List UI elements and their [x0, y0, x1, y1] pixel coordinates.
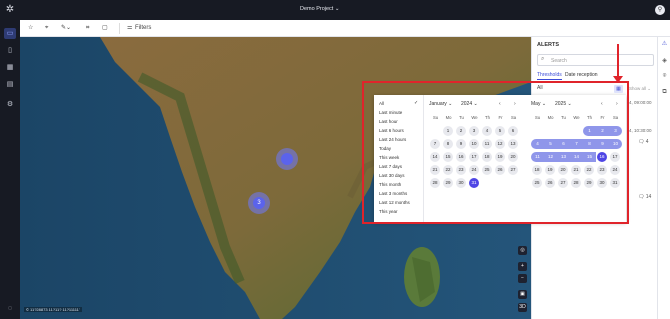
tab-thresholds[interactable]: Thresholds	[537, 72, 562, 80]
annotation-arrow	[617, 44, 619, 77]
location-pin-icon[interactable]: ⌾	[660, 72, 669, 81]
draw-tool-icon[interactable]: ✎⌄	[61, 24, 71, 33]
layers-toggle-icon[interactable]: ▣	[518, 290, 527, 299]
comment-count-value: 4	[645, 139, 649, 145]
comment-count[interactable]: 🗨 4	[638, 139, 649, 145]
cluster-count: 3	[253, 197, 265, 209]
dashboard-icon[interactable]: ▦	[4, 62, 16, 73]
camera-marker-icon	[281, 153, 293, 165]
alerts-search-input[interactable]: ⌕ Search	[537, 54, 654, 66]
alert-time: 4, 10:30:00	[629, 128, 652, 133]
report-icon[interactable]: ▤	[4, 79, 16, 90]
recenter-icon[interactable]: ◎	[518, 246, 527, 255]
app-logo-icon[interactable]: ✲	[4, 4, 16, 16]
alert-warning-icon[interactable]: ⚠	[660, 40, 669, 49]
map-toolbar: ☆ ⌖ ✎⌄ ⌗ ▢ ⚌ Filters	[20, 20, 670, 37]
map-coordinates: © 11?28873 11?11? 11?11111'	[24, 307, 82, 312]
filters-button[interactable]: Filters	[135, 24, 151, 33]
top-bar: ✲ Demo Project ⌄ ⚲	[0, 0, 670, 20]
chat-icon[interactable]: ◌	[4, 303, 16, 314]
map-cluster-marker[interactable]: 3	[248, 192, 270, 214]
comment-count-value: 14	[645, 194, 652, 200]
comment-count[interactable]: 🗨 14	[638, 194, 651, 200]
clipboard-icon[interactable]: ▯	[4, 45, 16, 56]
toolbar-divider	[119, 23, 120, 34]
tab-date-reception[interactable]: Date reception	[565, 72, 598, 78]
crop-icon[interactable]: ⌗	[86, 24, 89, 33]
zoom-out-icon[interactable]: −	[518, 274, 527, 283]
location-icon[interactable]: ⌖	[45, 24, 48, 33]
search-placeholder: Search	[551, 58, 567, 64]
left-navigation: ▭ ▯ ▦ ▤ ⚙ ◌	[0, 20, 20, 319]
show-all-dropdown[interactable]: Show all ⌄	[629, 86, 651, 92]
filter-icon[interactable]: ⚌	[127, 24, 132, 33]
3d-toggle-button[interactable]: 3D	[518, 303, 527, 312]
project-selector[interactable]: Demo Project ⌄	[300, 6, 339, 12]
map-cluster-marker[interactable]	[276, 148, 298, 170]
rectangle-tool-icon[interactable]: ▢	[102, 24, 108, 33]
star-icon[interactable]: ☆	[28, 24, 33, 33]
panel-title: ALERTS	[537, 42, 559, 48]
annotation-arrow-head	[613, 76, 623, 83]
highlight-box	[362, 81, 629, 224]
map-view-icon[interactable]: ▭	[4, 28, 16, 39]
zoom-in-icon[interactable]: +	[518, 262, 527, 271]
layers-icon[interactable]: ◈	[660, 57, 669, 66]
user-avatar[interactable]: ⚲	[655, 5, 665, 15]
alert-time: 4, 09:00:00	[629, 100, 652, 105]
search-icon: ⌕	[541, 56, 545, 62]
right-icon-strip: ⚠ ◈ ⌾ ⧉	[657, 37, 670, 319]
settings-gear-icon[interactable]: ⚙	[4, 99, 16, 110]
devices-icon[interactable]: ⧉	[660, 88, 669, 97]
